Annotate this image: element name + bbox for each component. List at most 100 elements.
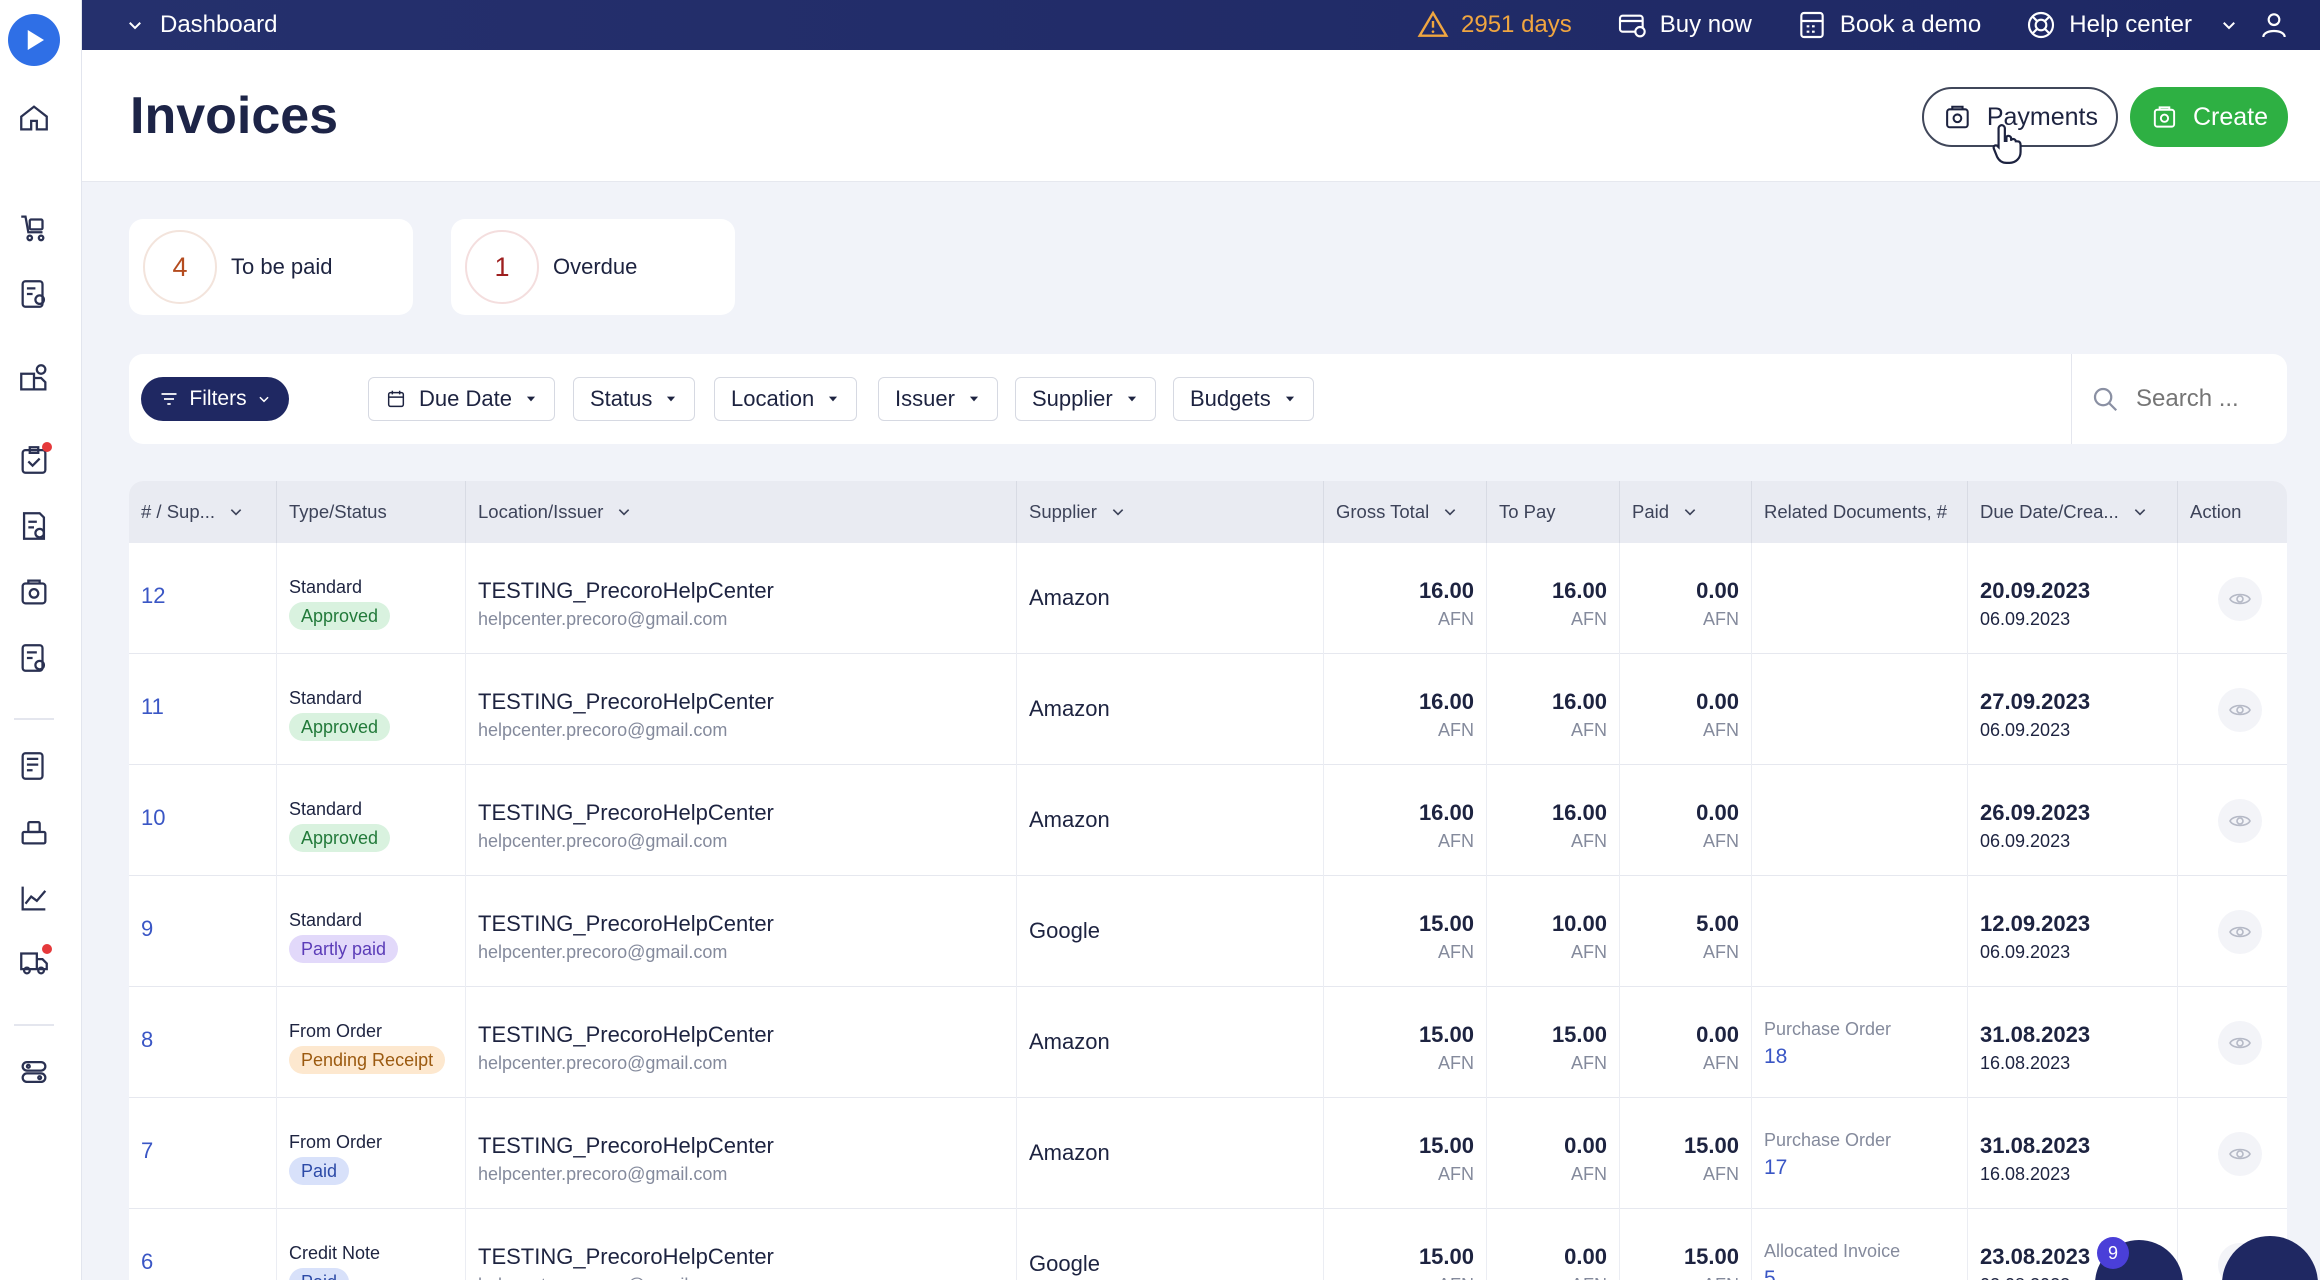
invoice-type: Standard xyxy=(289,799,363,819)
overdue-card[interactable]: 1 Overdue xyxy=(451,219,735,315)
warning-icon xyxy=(1417,10,1449,37)
help-center-label: Help center xyxy=(2069,11,2192,38)
column-related-documents[interactable]: Related Documents, # xyxy=(1752,481,1968,543)
view-button[interactable] xyxy=(2218,1021,2262,1065)
view-button[interactable] xyxy=(2218,1132,2262,1176)
cell-related-documents: Purchase Order 17 xyxy=(1752,1098,1968,1209)
chevron-down-icon xyxy=(129,22,141,30)
view-button[interactable] xyxy=(2218,910,2262,954)
table-row[interactable]: 9 Standard Partly paid TESTING_PrecoroHelpC… xyxy=(129,876,2287,987)
invoice-number-link[interactable]: 11 xyxy=(141,694,164,720)
column-to-pay[interactable]: To Pay xyxy=(1487,481,1620,543)
table-row[interactable]: 8 From Order Pending Receipt TESTING_Precor… xyxy=(129,987,2287,1098)
cell-number: 11 xyxy=(129,654,277,765)
book-demo-link[interactable]: Book a demo xyxy=(1796,9,1981,41)
payments-icon[interactable] xyxy=(14,638,54,678)
cell-action xyxy=(2178,765,2287,876)
delivery-icon[interactable] xyxy=(14,942,54,982)
paid-amount: 15.00 xyxy=(1683,1133,1739,1158)
receipts-icon[interactable] xyxy=(14,506,54,546)
cart-icon[interactable] xyxy=(14,208,54,248)
location-name: TESTING_PrecoroHelpCenter xyxy=(478,1022,774,1047)
calendar-icon xyxy=(1800,11,1824,39)
cell-related-documents xyxy=(1752,654,1968,765)
table-row[interactable]: 7 From Order Paid TESTING_PrecoroHelpCenter… xyxy=(129,1098,2287,1209)
issuer-filter[interactable]: Issuer xyxy=(878,377,998,421)
cell-action xyxy=(2178,654,2287,765)
view-button[interactable] xyxy=(2218,688,2262,732)
help-center-dropdown[interactable] xyxy=(2220,16,2238,34)
invoice-number-link[interactable]: 10 xyxy=(141,805,165,831)
invoice-number-link[interactable]: 12 xyxy=(141,583,165,609)
invoice-number-link[interactable]: 9 xyxy=(141,916,153,942)
dashboard-toggle[interactable]: Dashboard xyxy=(126,11,277,39)
filters-button[interactable]: Filters xyxy=(141,377,289,421)
approvals-icon[interactable] xyxy=(14,440,54,480)
supplier-name: Google xyxy=(1029,918,1100,943)
status-filter[interactable]: Status xyxy=(573,377,696,421)
chevron-down-icon xyxy=(619,509,630,516)
location-filter[interactable]: Location xyxy=(714,377,858,421)
invoices-icon[interactable] xyxy=(14,572,54,612)
eye-icon xyxy=(2229,1037,2251,1049)
location-name: TESTING_PrecoroHelpCenter xyxy=(478,800,774,825)
settings-icon[interactable] xyxy=(14,1052,54,1092)
chevron-down-icon xyxy=(667,396,676,402)
invoice-number-link[interactable]: 7 xyxy=(141,1138,153,1164)
help-center-link[interactable]: Help center xyxy=(2025,9,2192,41)
column-location-issuer[interactable]: Location/Issuer xyxy=(466,481,1017,543)
issuer-filter-label: Issuer xyxy=(895,386,955,411)
suppliers-icon[interactable] xyxy=(14,358,54,398)
currency-code: AFN xyxy=(1571,609,1607,629)
column-paid[interactable]: Paid xyxy=(1620,481,1752,543)
table-row[interactable]: 12 Standard Approved TESTING_PrecoroHelpCen… xyxy=(129,543,2287,654)
currency-code: AFN xyxy=(1571,1164,1607,1184)
search-input[interactable] xyxy=(2136,385,2276,413)
budgets-filter[interactable]: Budgets xyxy=(1173,377,1314,421)
analytics-icon[interactable] xyxy=(14,878,54,918)
trial-days-warning[interactable]: 2951 days xyxy=(1417,9,1572,41)
create-button[interactable]: Create xyxy=(2130,87,2288,147)
invoice-number-link[interactable]: 6 xyxy=(141,1249,153,1275)
created-date: 16.08.2023 xyxy=(1980,1053,2071,1073)
notification-count-badge: 9 xyxy=(2097,1237,2129,1269)
warehouse-icon[interactable] xyxy=(14,812,54,852)
view-button[interactable] xyxy=(2218,799,2262,843)
cell-to-pay: 0.00 AFN xyxy=(1487,1098,1620,1209)
currency-code: AFN xyxy=(1438,1053,1474,1073)
related-document-link[interactable]: 5 xyxy=(1764,1267,1776,1280)
related-document-link[interactable]: 18 xyxy=(1764,1045,1787,1069)
cell-supplier: Google xyxy=(1017,1209,1324,1280)
budgets-icon[interactable] xyxy=(14,746,54,786)
table-row[interactable]: 11 Standard Approved TESTING_PrecoroHelpCen… xyxy=(129,654,2287,765)
currency-code: AFN xyxy=(1703,720,1739,740)
due-date-filter[interactable]: Due Date xyxy=(368,377,555,421)
cell-gross-total: 16.00 AFN xyxy=(1324,654,1487,765)
invoice-number-link[interactable]: 8 xyxy=(141,1027,153,1053)
related-document-link[interactable]: 17 xyxy=(1764,1156,1787,1180)
requests-icon[interactable] xyxy=(14,274,54,314)
currency-code: AFN xyxy=(1438,1164,1474,1184)
cell-paid: 15.00 AFN xyxy=(1620,1098,1752,1209)
user-menu[interactable] xyxy=(2258,9,2290,41)
dashboard-label: Dashboard xyxy=(160,11,278,38)
cell-gross-total: 15.00 AFN xyxy=(1324,1098,1487,1209)
table-row[interactable]: 6 Credit Note Paid TESTING_PrecoroHelpCente… xyxy=(129,1209,2287,1280)
column-number-supplier[interactable]: # / Sup... xyxy=(129,481,277,543)
column-gross-total[interactable]: Gross Total xyxy=(1324,481,1487,543)
column-action: Action xyxy=(2178,481,2287,543)
supplier-filter[interactable]: Supplier xyxy=(1015,377,1156,421)
chevron-down-icon xyxy=(2134,509,2146,516)
to-be-paid-card[interactable]: 4 To be paid xyxy=(129,219,413,315)
column-type-status[interactable]: Type/Status xyxy=(277,481,466,543)
location-name: TESTING_PrecoroHelpCenter xyxy=(478,1133,774,1158)
cell-location: TESTING_PrecoroHelpCenter helpcenter.prec… xyxy=(466,543,1017,654)
view-button[interactable] xyxy=(2218,577,2262,621)
cell-due-date: 12.09.2023 06.09.2023 xyxy=(1968,876,2178,987)
table-row[interactable]: 10 Standard Approved TESTING_PrecoroHelpCen… xyxy=(129,765,2287,876)
column-due-date[interactable]: Due Date/Crea... xyxy=(1968,481,2178,543)
app-logo[interactable] xyxy=(8,14,60,66)
home-icon[interactable] xyxy=(14,98,54,138)
buy-now-link[interactable]: Buy now xyxy=(1616,9,1752,41)
column-supplier[interactable]: Supplier xyxy=(1017,481,1324,543)
